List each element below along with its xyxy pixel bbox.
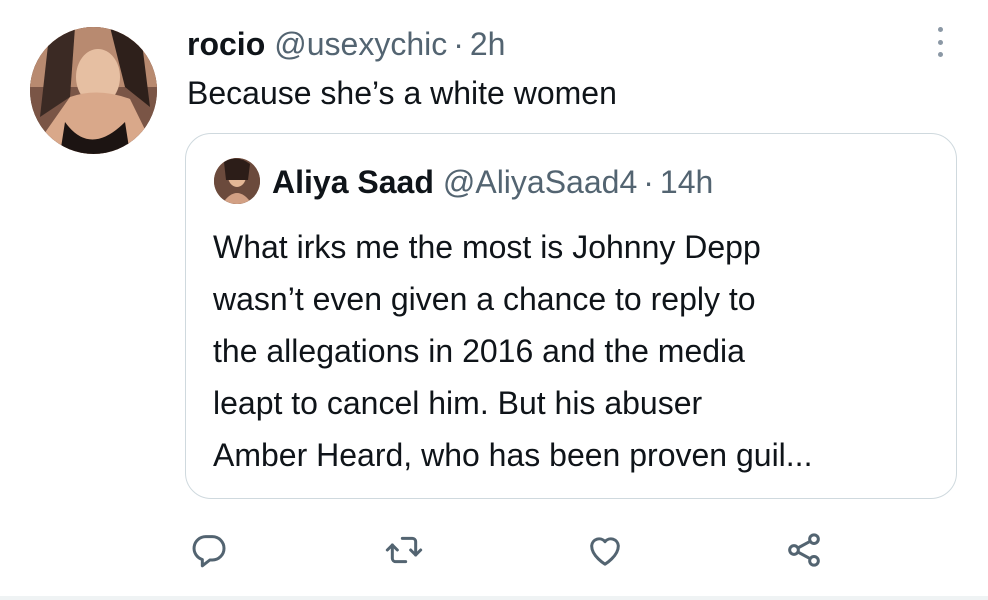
quoted-text-line: the allegations in 2016 and the media — [213, 333, 745, 369]
quoted-author-handle: @AliyaSaad4 — [442, 164, 638, 200]
reply-button[interactable] — [187, 528, 231, 572]
quoted-avatar-photo — [214, 158, 260, 204]
avatar[interactable] — [30, 27, 157, 154]
tweet-timestamp[interactable]: 2h — [470, 26, 506, 63]
separator-dot: · — [643, 164, 654, 200]
quoted-text-line: leapt to cancel him. But his abuser — [213, 385, 703, 421]
more-dots-icon[interactable] — [930, 27, 950, 57]
quoted-avatar[interactable] — [214, 158, 260, 204]
like-button[interactable] — [583, 528, 627, 572]
separator-dot: · — [453, 26, 464, 62]
reply-icon — [192, 535, 226, 568]
author-name[interactable]: rocio — [187, 26, 265, 63]
quoted-text: What irks me the most is Johnny Depp was… — [213, 221, 933, 481]
tweet-header: rocio @usexychic · 2h — [187, 26, 505, 66]
avatar-photo — [30, 27, 157, 154]
quoted-text-line: Amber Heard, who has been proven guil... — [213, 437, 813, 473]
heart-icon — [590, 537, 620, 566]
quoted-text-line: wasn’t even given a chance to reply to — [213, 281, 756, 317]
action-bar — [0, 528, 988, 576]
share-icon — [788, 533, 820, 567]
share-button[interactable] — [782, 528, 826, 572]
retweet-button[interactable] — [382, 528, 426, 572]
divider — [0, 596, 988, 600]
author-handle[interactable]: @usexychic — [274, 26, 447, 63]
quoted-tweet[interactable]: Aliya Saad @AliyaSaad4 · 14h What irks m… — [185, 133, 957, 499]
quoted-header: Aliya Saad @AliyaSaad4 · 14h — [272, 164, 713, 201]
quoted-text-line: What irks me the most is Johnny Depp — [213, 229, 761, 265]
tweet[interactable]: rocio @usexychic · 2h Because she’s a wh… — [0, 0, 988, 600]
quoted-timestamp: 14h — [659, 164, 714, 200]
quoted-author-name: Aliya Saad — [272, 164, 434, 200]
tweet-text: Because she’s a white women — [187, 75, 617, 111]
retweet-icon — [385, 536, 423, 564]
